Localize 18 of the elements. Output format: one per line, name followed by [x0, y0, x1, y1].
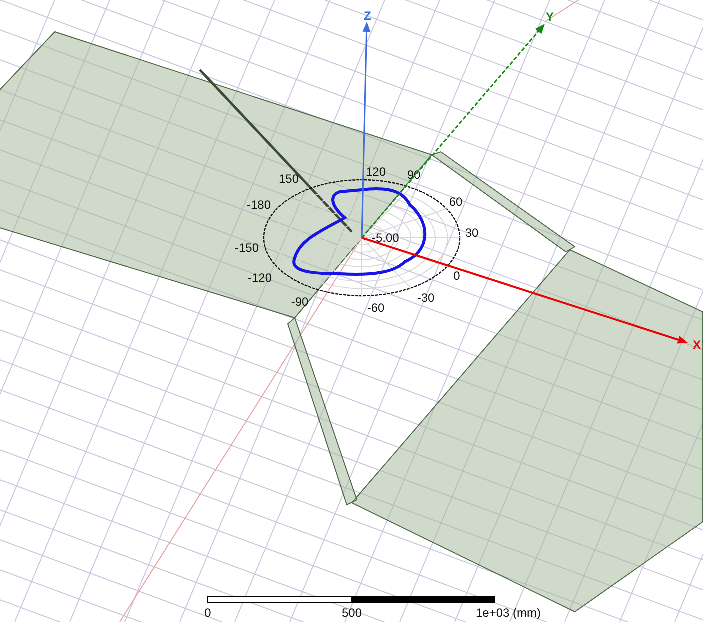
angle-label: -90: [291, 295, 309, 309]
angle-label: 30: [465, 226, 479, 240]
scale-label: 500: [342, 606, 362, 620]
angle-label: -180: [246, 198, 272, 212]
ring-label: -5.00: [372, 231, 400, 245]
scale-label: 0: [204, 606, 212, 620]
angle-label: 0: [454, 269, 460, 283]
scale-label: 1e+03 (mm): [476, 606, 542, 620]
angle-label: -150: [234, 241, 260, 255]
axis-label: Z: [364, 9, 372, 23]
angle-label: 150: [278, 172, 300, 186]
angle-label: -120: [248, 271, 272, 285]
angle-label: 120: [366, 165, 386, 179]
axis-label: Y: [546, 10, 554, 24]
angle-label: -60: [367, 301, 385, 315]
axis-label: X: [693, 338, 702, 352]
angle-label: 60: [449, 195, 463, 209]
angle-label: -30: [417, 291, 435, 305]
